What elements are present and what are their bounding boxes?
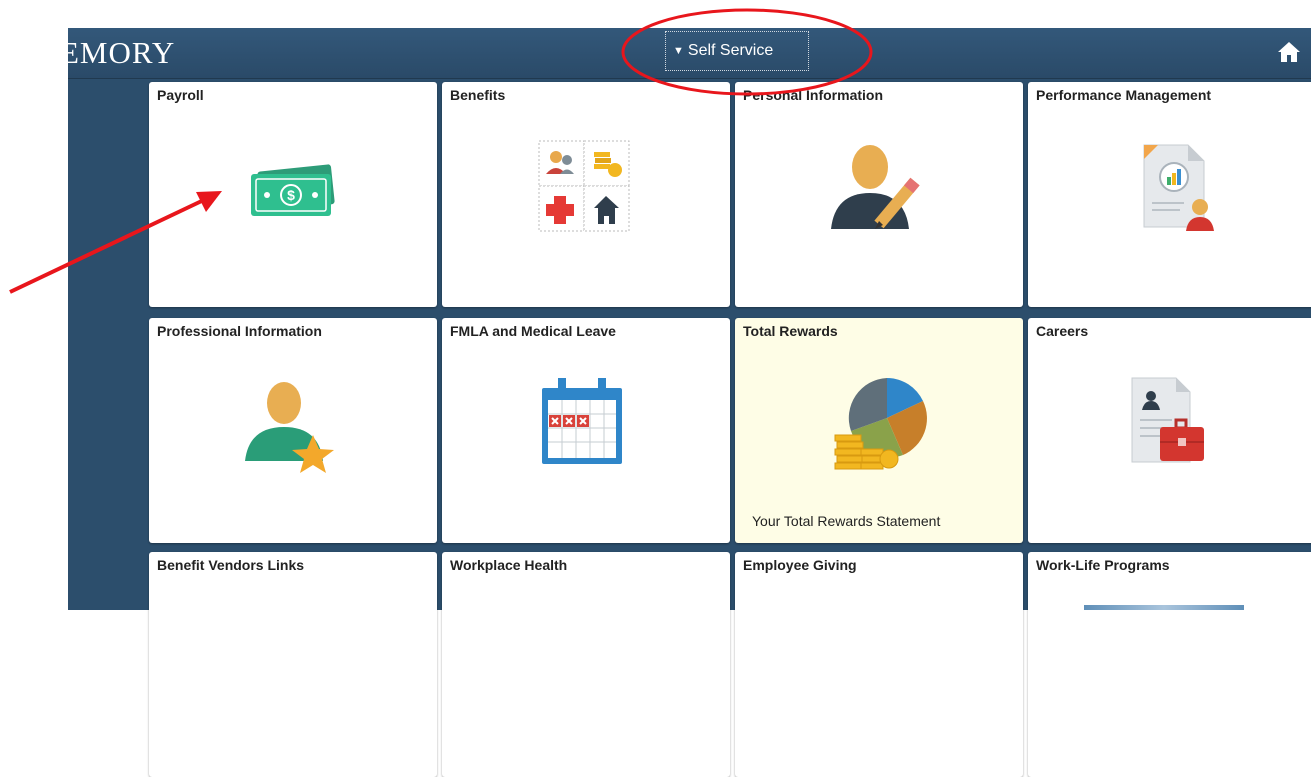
tile-title: Benefits [450, 87, 506, 103]
money-icon: $ [251, 164, 335, 216]
tile-subtitle: Your Total Rewards Statement [752, 513, 941, 529]
tile-professional-information[interactable]: Professional Information [149, 318, 437, 543]
report-chart-icon [1143, 144, 1214, 231]
tile-total-rewards[interactable]: Total Rewards Your Total Rewards Stateme… [735, 318, 1023, 543]
tile-personal-information[interactable]: Personal Information [735, 82, 1023, 307]
tile-title: Workplace Health [450, 557, 568, 573]
work-life-image-strip [1084, 605, 1244, 610]
tile-title: Performance Management [1036, 87, 1212, 103]
svg-text:$: $ [287, 187, 295, 203]
home-icon[interactable] [1277, 40, 1301, 64]
app-frame: EMORY ▼ Self Service Payroll $ Benefits [60, 28, 1311, 777]
tile-title: Work-Life Programs [1036, 557, 1170, 573]
tile-title: Personal Information [743, 87, 884, 103]
benefits-grid-icon [538, 140, 630, 232]
tile-fmla-medical-leave[interactable]: FMLA and Medical Leave [442, 318, 730, 543]
tile-title: Professional Information [157, 323, 322, 339]
caret-down-icon: ▼ [673, 45, 684, 57]
resume-briefcase-icon [1131, 377, 1204, 463]
person-star-icon [245, 382, 334, 473]
menu-label: Self Service [687, 42, 774, 59]
emory-logo[interactable]: EMORY [60, 35, 175, 71]
tile-payroll[interactable]: Payroll $ [149, 82, 437, 307]
self-service-menu-button[interactable]: ▼ Self Service [665, 31, 809, 71]
tile-performance-management[interactable]: Performance Management [1028, 82, 1311, 307]
person-pencil-icon [831, 145, 920, 229]
tile-title: FMLA and Medical Leave [450, 323, 616, 339]
tile-title: Employee Giving [743, 557, 857, 573]
tile-employee-giving[interactable]: Employee Giving [735, 552, 1023, 777]
tile-careers[interactable]: Careers [1028, 318, 1311, 543]
tile-title: Benefit Vendors Links [157, 557, 305, 573]
calendar-icon [542, 378, 622, 464]
tile-title: Payroll [157, 87, 204, 103]
tile-title: Total Rewards [743, 323, 838, 339]
tile-work-life-programs[interactable]: Work-Life Programs [1028, 552, 1311, 777]
pie-chart-coins-icon [834, 378, 927, 470]
header-bar: EMORY ▼ Self Service [60, 28, 1311, 79]
tile-benefit-vendors-links[interactable]: Benefit Vendors Links [149, 552, 437, 777]
tile-benefits[interactable]: Benefits [442, 82, 730, 307]
tile-workplace-health[interactable]: Workplace Health [442, 552, 730, 777]
tile-title: Careers [1036, 323, 1089, 339]
